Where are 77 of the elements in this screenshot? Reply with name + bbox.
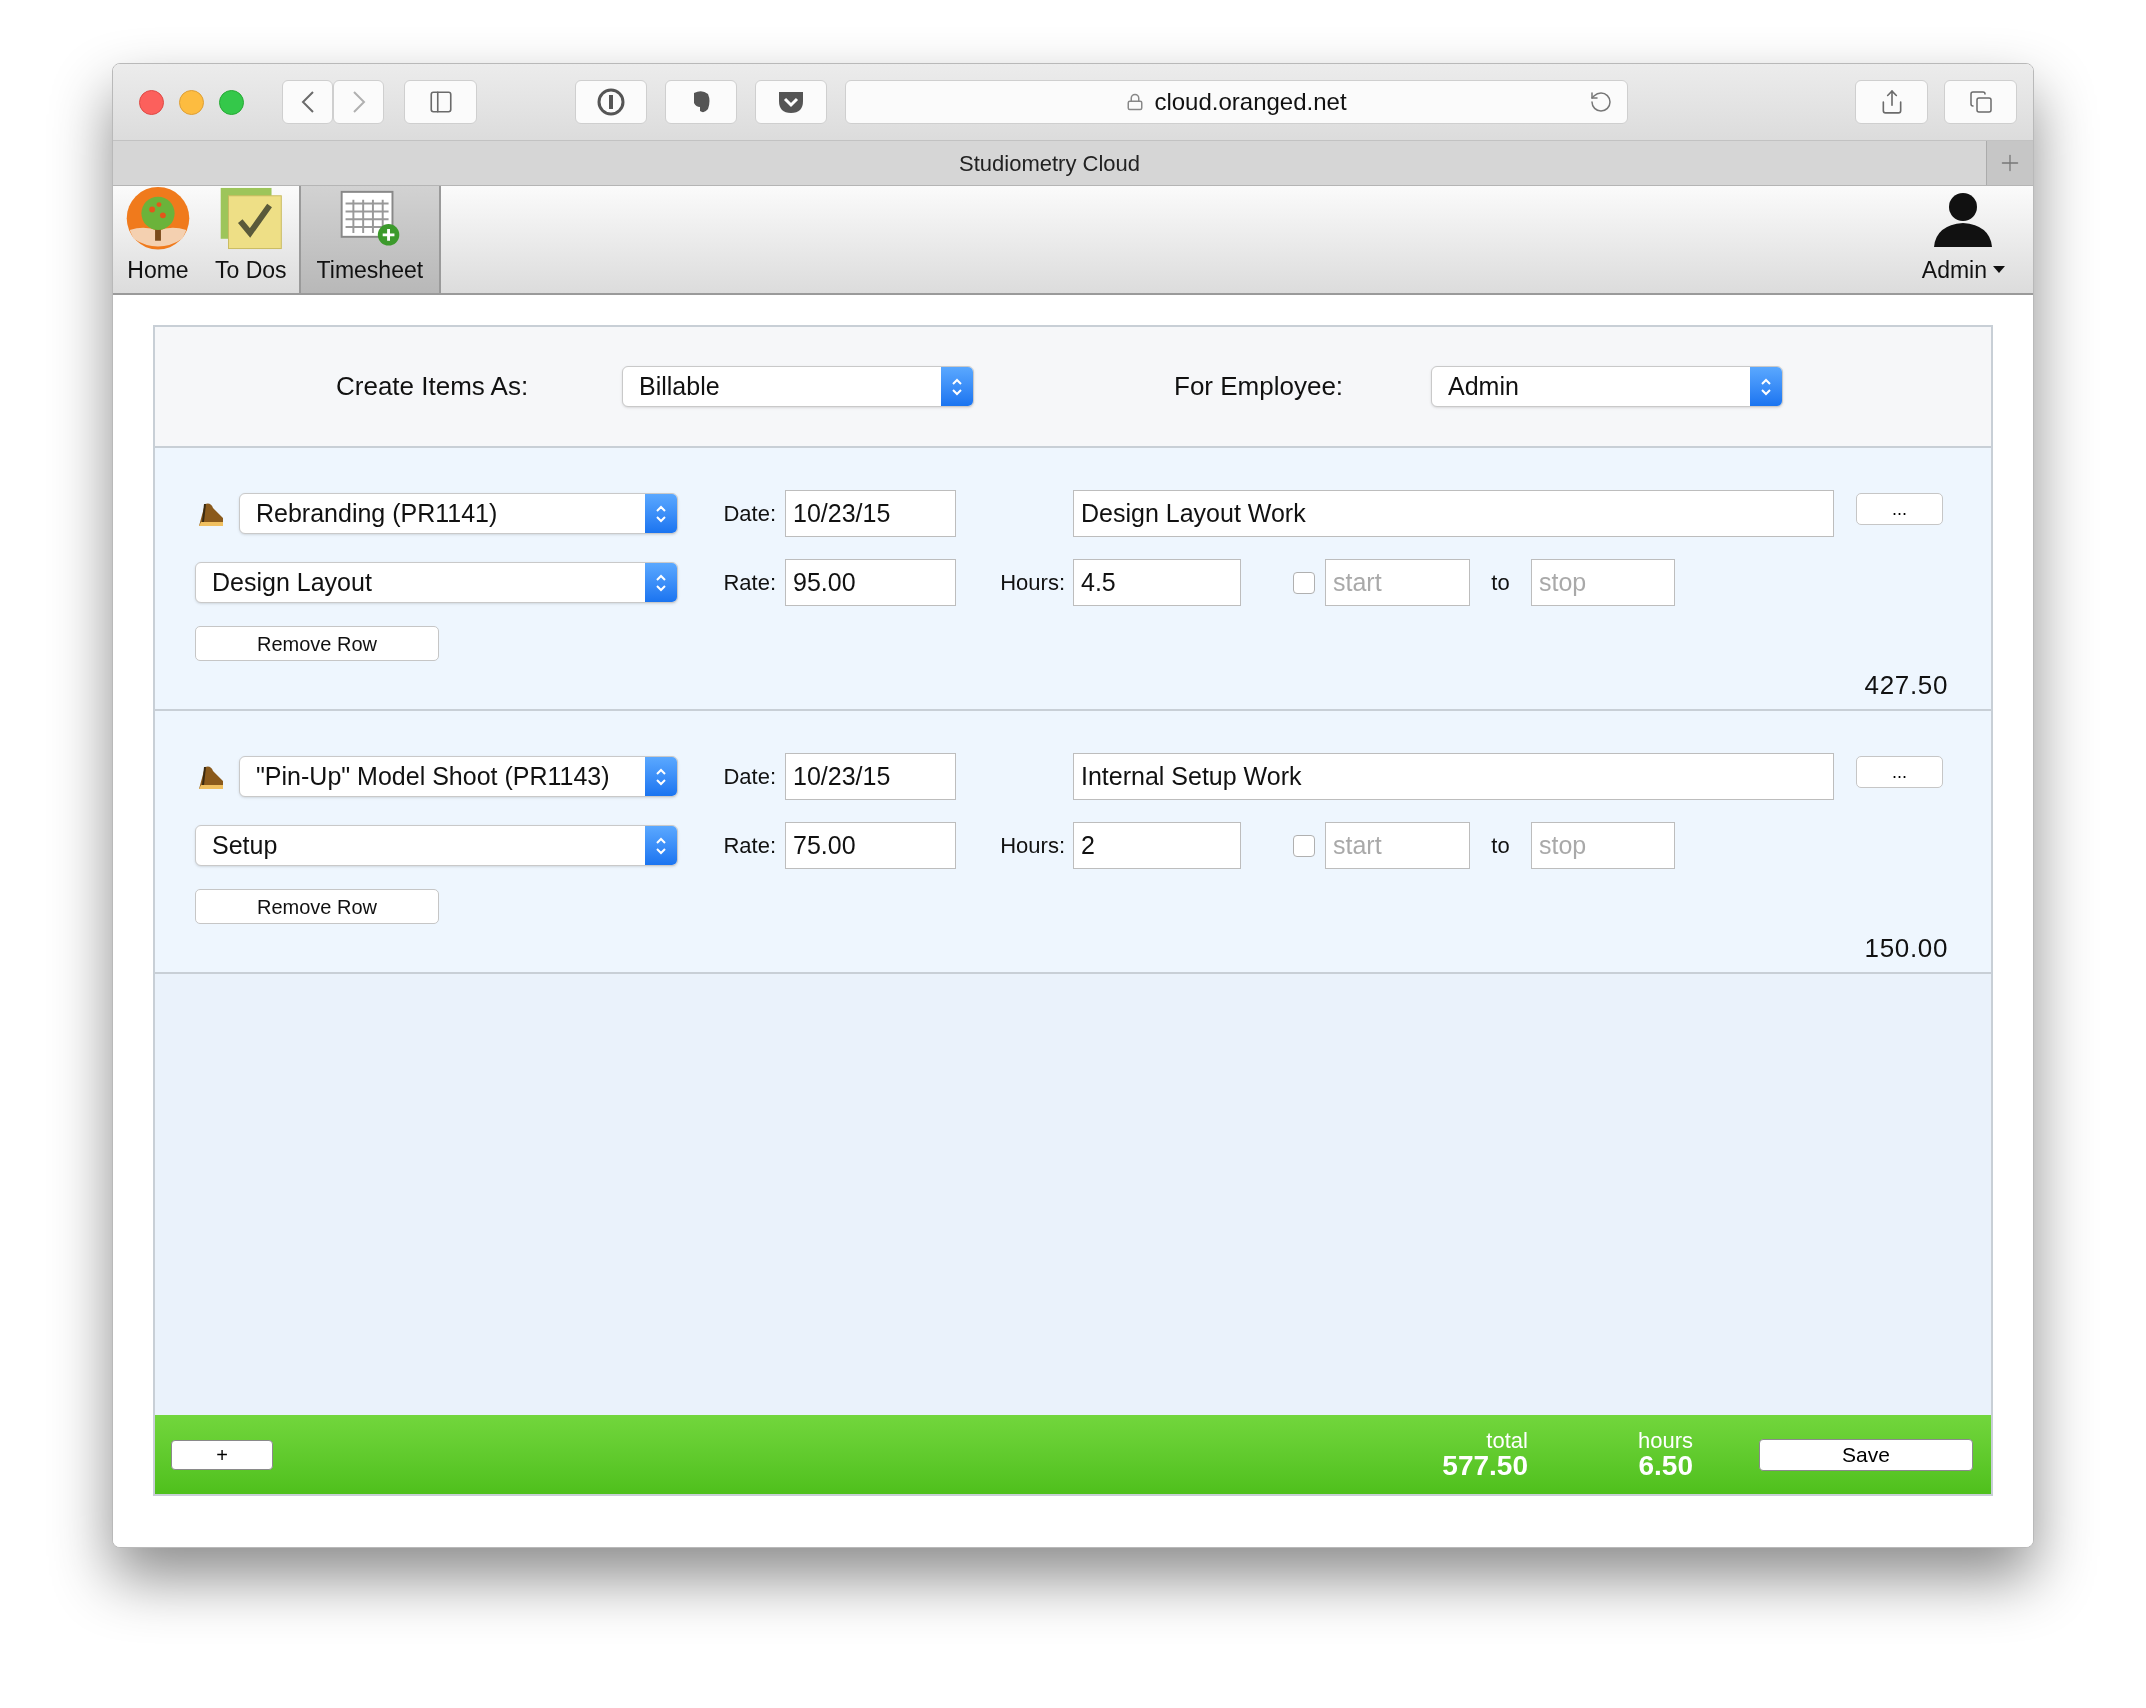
new-tab-button[interactable] bbox=[1986, 141, 2033, 185]
url-text: cloud.oranged.net bbox=[1154, 87, 1347, 117]
remove-row-button[interactable]: Remove Row bbox=[195, 626, 439, 661]
rate-field[interactable]: 95.00 bbox=[785, 559, 956, 606]
caret-icon bbox=[1993, 265, 2005, 274]
user-menu[interactable]: Admin bbox=[1921, 186, 2005, 293]
close-window-icon[interactable] bbox=[139, 89, 164, 115]
add-row-button[interactable]: + bbox=[171, 1439, 273, 1470]
project-select[interactable]: "Pin-Up" Model Shoot (PR1143) bbox=[239, 756, 678, 797]
row-amount: 427.50 bbox=[1864, 669, 1948, 702]
stepper-icon bbox=[645, 826, 677, 865]
field-label: Rate: bbox=[722, 569, 777, 597]
employee-label: For Employee: bbox=[1174, 370, 1345, 403]
hours-label: hours bbox=[1637, 1429, 1693, 1452]
description-field[interactable]: Internal Setup Work bbox=[1073, 753, 1834, 800]
forward-button[interactable] bbox=[333, 80, 384, 124]
save-button[interactable]: Save bbox=[1759, 1438, 1973, 1471]
project-select[interactable]: Rebranding (PR1141) bbox=[239, 493, 678, 534]
timer-checkbox[interactable] bbox=[1293, 834, 1315, 857]
stop-time-field[interactable]: stop bbox=[1531, 822, 1675, 869]
stop-time-field[interactable]: stop bbox=[1531, 559, 1675, 606]
employee-select[interactable]: Admin bbox=[1431, 366, 1783, 407]
to-label: to bbox=[1490, 832, 1511, 860]
share-button[interactable] bbox=[1855, 80, 1928, 124]
total-label: total bbox=[1486, 1429, 1528, 1452]
sidebar-icon bbox=[427, 89, 454, 115]
maximize-window-icon[interactable] bbox=[219, 89, 244, 115]
field-label: Date: bbox=[722, 500, 777, 528]
hours-value: 6.50 bbox=[1638, 1451, 1693, 1480]
field-label: Date: bbox=[722, 763, 777, 791]
hours-field[interactable]: 4.5 bbox=[1073, 559, 1241, 606]
row-amount: 150.00 bbox=[1864, 932, 1948, 965]
task-select[interactable]: Design Layout bbox=[195, 562, 678, 603]
minimize-window-icon[interactable] bbox=[179, 89, 204, 115]
elephant-button[interactable] bbox=[665, 80, 737, 124]
remove-row-button[interactable]: Remove Row bbox=[195, 889, 439, 924]
keyhole-icon bbox=[596, 87, 626, 117]
nav-tab[interactable]: To Dos bbox=[203, 186, 299, 293]
total-value: 577.50 bbox=[1442, 1451, 1528, 1480]
date-field[interactable]: 10/23/15 bbox=[785, 753, 956, 800]
date-field[interactable]: 10/23/15 bbox=[785, 490, 956, 537]
address-bar[interactable]: cloud.oranged.net bbox=[845, 80, 1628, 124]
stepper-icon bbox=[645, 757, 677, 796]
start-time-field[interactable]: start bbox=[1325, 822, 1470, 869]
reload-icon[interactable] bbox=[1589, 90, 1613, 114]
stepper-icon bbox=[645, 494, 677, 533]
nav-tab[interactable]: Timesheet bbox=[298, 186, 442, 293]
create-items-select[interactable]: Billable bbox=[622, 366, 974, 407]
field-label: Rate: bbox=[722, 832, 777, 860]
pocket-icon bbox=[777, 89, 805, 115]
pocket-button[interactable] bbox=[755, 80, 827, 124]
rate-field[interactable]: 75.00 bbox=[785, 822, 956, 869]
start-time-field[interactable]: start bbox=[1325, 559, 1470, 606]
tabs-icon bbox=[1968, 90, 1993, 114]
timer-checkbox[interactable] bbox=[1293, 571, 1315, 594]
stepper-icon bbox=[645, 563, 677, 602]
hours-field[interactable]: 2 bbox=[1073, 822, 1241, 869]
tab-title[interactable]: Studiometry Cloud bbox=[113, 146, 1986, 180]
nav-tab[interactable]: Home bbox=[113, 186, 203, 293]
sidebar-button[interactable] bbox=[404, 80, 477, 124]
stepper-icon bbox=[1750, 367, 1782, 406]
back-icon bbox=[300, 90, 315, 114]
to-label: to bbox=[1490, 569, 1511, 597]
more-button[interactable]: ... bbox=[1856, 492, 1943, 525]
description-field[interactable]: Design Layout Work bbox=[1073, 490, 1834, 537]
task-select[interactable]: Setup bbox=[195, 825, 678, 866]
stepper-icon bbox=[941, 367, 973, 406]
back-button[interactable] bbox=[282, 80, 333, 124]
tree-icon bbox=[125, 186, 191, 251]
forward-icon bbox=[351, 90, 366, 114]
tabs-button[interactable] bbox=[1944, 80, 2017, 124]
field-label: Hours: bbox=[999, 569, 1066, 597]
create-items-label: Create Items As: bbox=[336, 370, 530, 403]
field-label: Hours: bbox=[999, 832, 1066, 860]
more-button[interactable]: ... bbox=[1856, 755, 1943, 788]
keyhole-button[interactable] bbox=[575, 80, 647, 124]
lock-icon bbox=[1126, 93, 1145, 111]
